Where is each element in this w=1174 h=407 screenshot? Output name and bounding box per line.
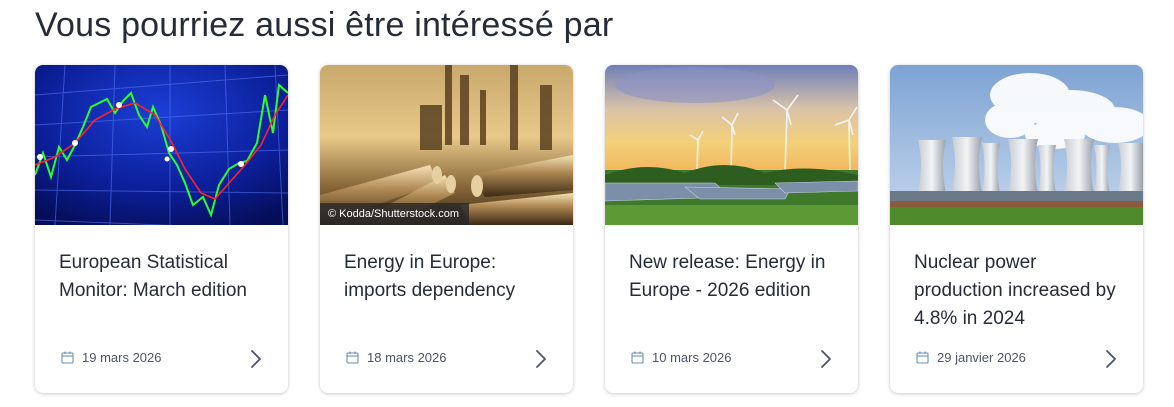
card-image-cooling-towers: [890, 65, 1143, 225]
calendar-icon: [346, 351, 359, 364]
chevron-right-icon[interactable]: [250, 349, 262, 374]
chevron-right-icon[interactable]: [535, 349, 547, 374]
card-date: 10 mars 2026: [631, 350, 732, 365]
card-title: European Statistical Monitor: March edit…: [59, 252, 247, 301]
calendar-icon: [61, 351, 74, 364]
card-date-text: 18 mars 2026: [367, 350, 447, 365]
calendar-icon: [916, 351, 929, 364]
card-date: 29 janvier 2026: [916, 350, 1026, 365]
card-date: 19 mars 2026: [61, 350, 162, 365]
card-image-wind-solar-farm: [605, 65, 858, 225]
card-title: Energy in Europe: imports dependency: [344, 252, 516, 301]
chevron-right-icon[interactable]: [820, 349, 832, 374]
card-date-text: 29 janvier 2026: [937, 350, 1026, 365]
card-date: 18 mars 2026: [346, 350, 447, 365]
related-card[interactable]: New release: Energy in Europe - 2026 edi…: [605, 65, 858, 393]
section-title: Vous pourriez aussi être intéressé par: [35, 6, 614, 44]
card-title: Nuclear power production increased by 4.…: [914, 252, 1116, 329]
chevron-right-icon[interactable]: [1105, 349, 1117, 374]
related-card[interactable]: European Statistical Monitor: March edit…: [35, 65, 288, 393]
card-title: New release: Energy in Europe - 2026 edi…: [629, 252, 826, 301]
card-image-stock-chart: [35, 65, 288, 225]
image-credit: © Kodda/Shutterstock.com: [320, 203, 470, 225]
card-date-text: 10 mars 2026: [652, 350, 732, 365]
calendar-icon: [631, 351, 644, 364]
card-date-text: 19 mars 2026: [82, 350, 162, 365]
related-card[interactable]: © Kodda/Shutterstock.com Energy in Europ…: [320, 65, 573, 393]
related-card[interactable]: Nuclear power production increased by 4.…: [890, 65, 1143, 393]
card-image-pipelines: © Kodda/Shutterstock.com: [320, 65, 573, 225]
